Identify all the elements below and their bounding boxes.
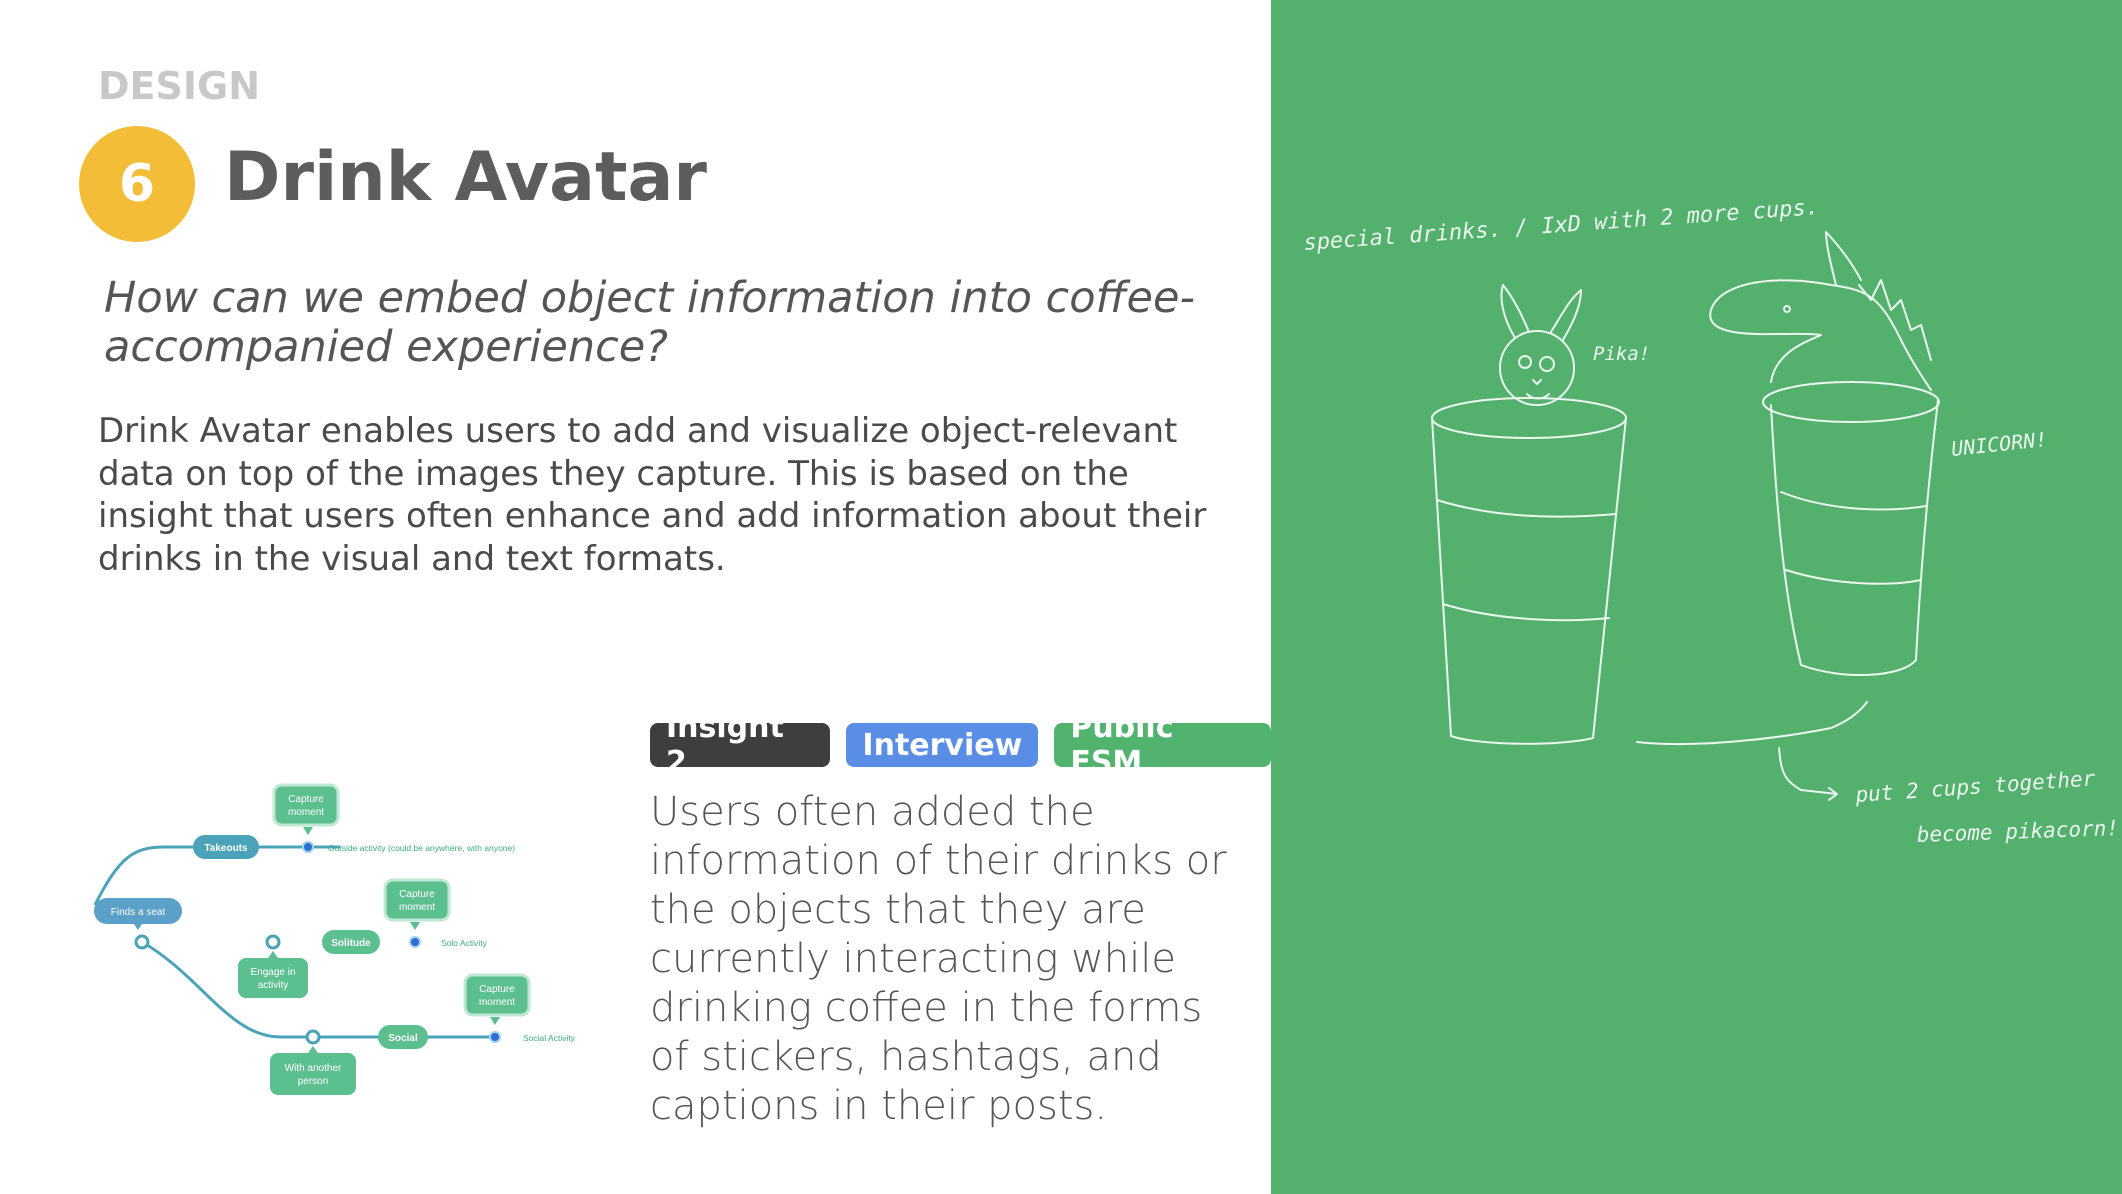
svg-text:Capture: Capture xyxy=(288,794,324,805)
finds-seat-node: Finds a seat xyxy=(94,898,182,930)
another-person-node: With another person xyxy=(270,1046,356,1095)
social-path xyxy=(141,940,495,1039)
svg-text:moment: moment xyxy=(479,997,515,1008)
solitude-node: Solitude xyxy=(322,930,380,954)
sketch-pika-note: Pika! xyxy=(1593,343,1650,365)
combine-arrow xyxy=(1636,701,1868,746)
cup-sketch: special drinks. / IxD with 2 more cups. … xyxy=(1303,195,2120,847)
user-journey-diagram: Takeouts Finds a seat Solitude Social En… xyxy=(90,783,576,1095)
capture-node-3: Capture moment xyxy=(463,973,531,1025)
svg-text:Engage in: Engage in xyxy=(250,967,295,978)
description-text: Drink Avatar enables users to add and vi… xyxy=(98,411,1207,579)
takeouts-node: Takeouts xyxy=(193,835,259,859)
svg-text:Social: Social xyxy=(388,1033,418,1044)
engage-node: Engage in activity xyxy=(238,951,308,998)
svg-text:moment: moment xyxy=(288,807,324,818)
svg-text:Capture: Capture xyxy=(479,984,515,995)
sketch-panel: special drinks. / IxD with 2 more cups. … xyxy=(1271,0,2122,1194)
step-number-badge: 6 xyxy=(79,126,195,242)
capture-node-1: Capture moment xyxy=(272,783,340,835)
capture-point-1 xyxy=(302,841,314,853)
svg-text:Capture: Capture xyxy=(399,889,435,900)
sketch-footer-note-1: put 2 cups together xyxy=(1854,766,2097,807)
outcome-solo: Solo Activity xyxy=(441,938,488,948)
capture-point-2 xyxy=(409,936,421,948)
content-panel: DESIGN 6 Drink Avatar How can we embed o… xyxy=(0,0,1271,1194)
insight-text: Users often added the information of the… xyxy=(650,789,1227,1129)
tag-insight: Insight 2 xyxy=(650,710,831,780)
svg-text:Takeouts: Takeouts xyxy=(204,843,248,854)
section-label: DESIGN xyxy=(98,64,261,108)
outcome-outside: Outside activity (could be anywhere, wit… xyxy=(328,843,515,853)
tag-interview: Interview xyxy=(846,723,1039,767)
page-title: Drink Avatar xyxy=(224,138,707,217)
capture-node-2: Capture moment xyxy=(383,878,451,930)
engage-junction xyxy=(265,934,281,950)
design-question: How can we embed object information into… xyxy=(104,273,1195,372)
unicorn-cup-drawing xyxy=(1709,231,1940,676)
svg-text:Finds a seat: Finds a seat xyxy=(111,907,166,918)
finds-seat-junction xyxy=(134,934,150,950)
sketch-header-note: special drinks. / IxD with 2 more cups. xyxy=(1303,195,1820,256)
svg-text:person: person xyxy=(298,1076,329,1087)
tag-row: Insight 2 Interview Public ESM xyxy=(650,710,1271,780)
another-person-junction xyxy=(305,1029,321,1045)
capture-point-3 xyxy=(489,1031,501,1043)
sketch-footer-note-2: become pikacorn! xyxy=(1916,816,2119,847)
svg-text:moment: moment xyxy=(399,902,435,913)
svg-text:Solitude: Solitude xyxy=(331,938,371,949)
social-node: Social xyxy=(378,1025,428,1049)
sketch-unicorn-note: UNICORN! xyxy=(1950,427,2048,461)
tag-public-esm: Public ESM xyxy=(1054,710,1271,780)
outcome-social: Social Activity xyxy=(523,1033,576,1043)
svg-text:activity: activity xyxy=(258,980,289,991)
svg-text:With another: With another xyxy=(285,1063,342,1074)
result-arrow xyxy=(1778,747,1838,801)
